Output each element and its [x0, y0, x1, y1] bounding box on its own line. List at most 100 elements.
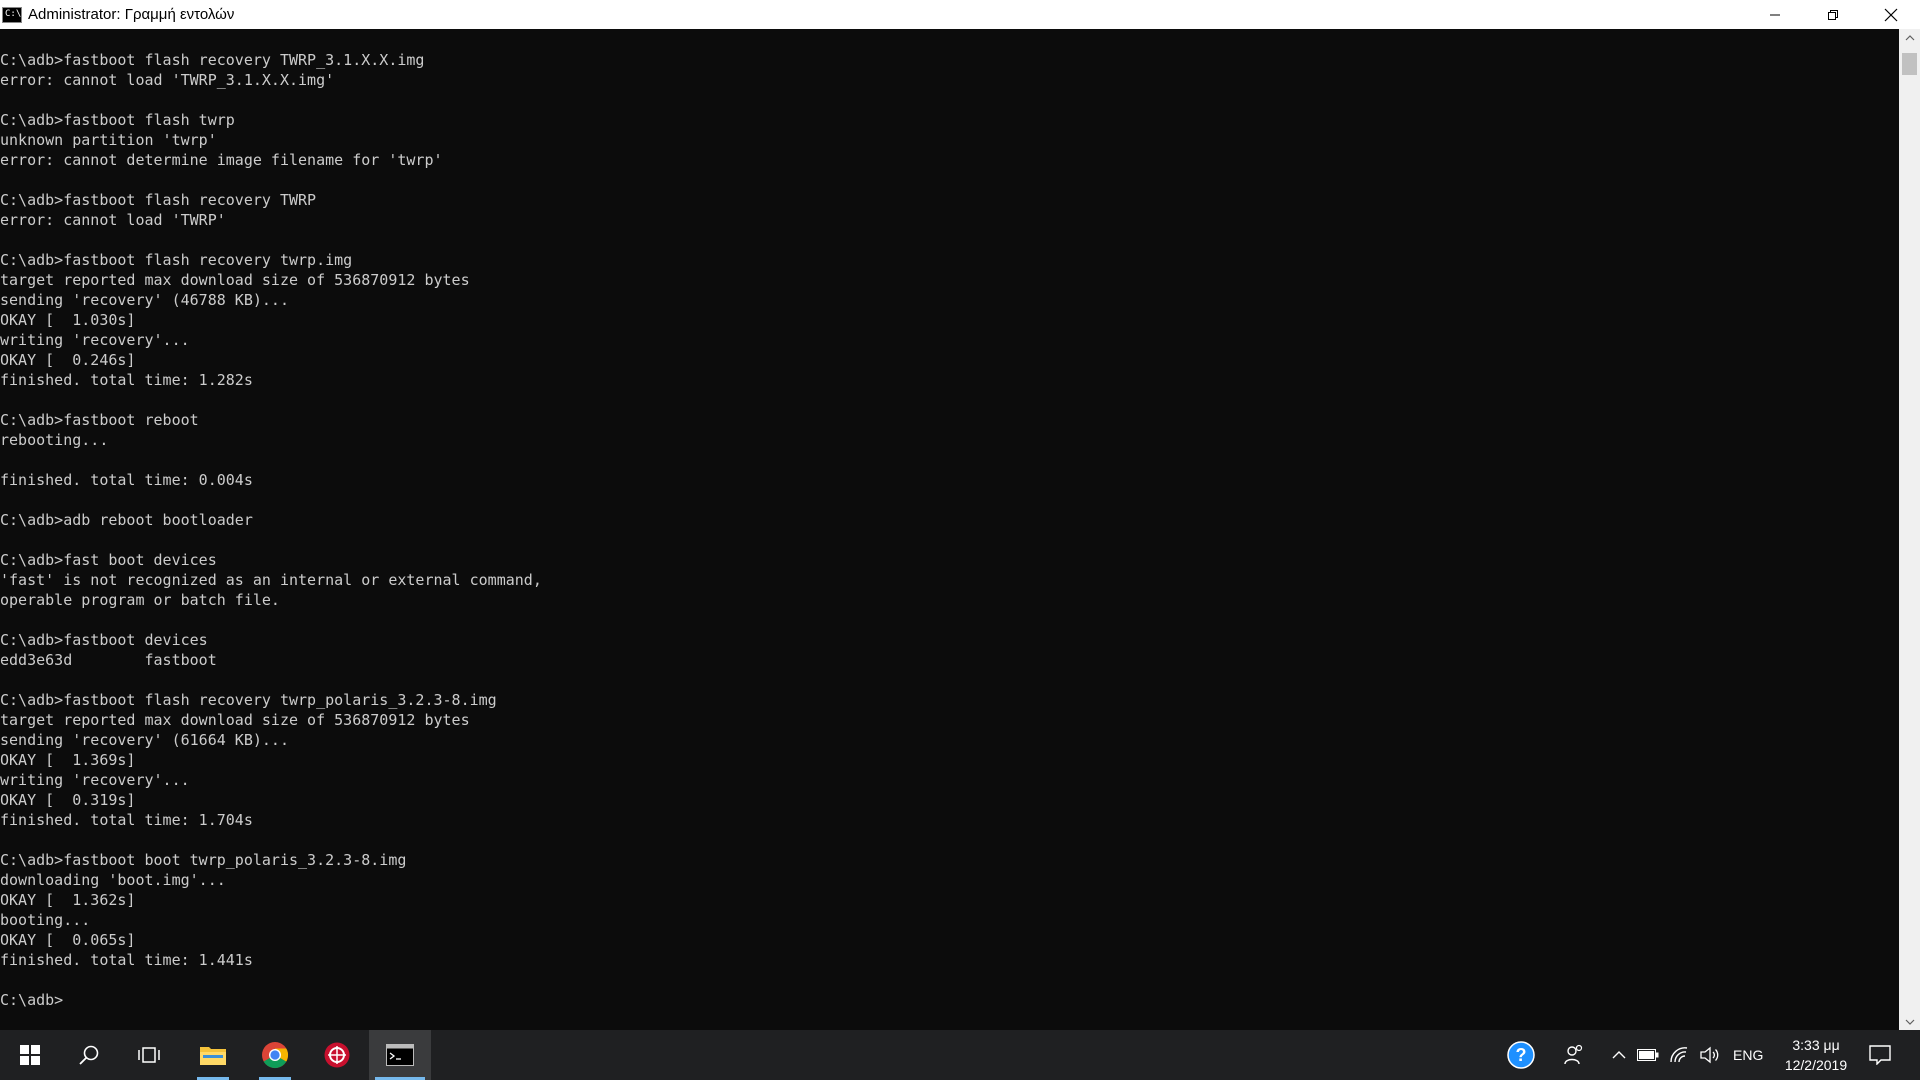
console-lines: C:\adb>fastboot flash recovery TWRP_3.1.… [0, 50, 542, 1010]
console-line: C:\adb>fastboot flash recovery TWRP_3.1.… [0, 51, 425, 69]
task-view-button[interactable] [120, 1030, 178, 1080]
console-line: sending 'recovery' (46788 KB)... [0, 291, 289, 309]
chevron-down-icon [1905, 1019, 1914, 1025]
console-line: rebooting... [0, 431, 109, 449]
console-line: target reported max download size of 536… [0, 271, 470, 289]
chevron-up-icon [1612, 1051, 1626, 1059]
clock[interactable]: 3:33 μμ 12/2/2019 [1768, 1035, 1864, 1075]
help-tray-button[interactable]: ? [1498, 1030, 1544, 1080]
start-button[interactable] [0, 1030, 60, 1080]
console-line: error: cannot load 'TWRP_3.1.X.X.img' [0, 71, 335, 89]
clock-date: 12/2/2019 [1784, 1057, 1848, 1073]
close-button[interactable] [1862, 0, 1920, 29]
console-line: C:\adb>fastboot flash recovery TWRP [0, 191, 317, 209]
console-output[interactable]: C:\adb>fastboot flash recovery TWRP_3.1.… [0, 29, 1899, 1030]
console-line: OKAY [ 0.065s] [0, 931, 136, 949]
people-icon [1564, 1044, 1583, 1065]
command-prompt-icon: C:\ [2, 6, 22, 23]
console-line: C:\adb>fastboot boot twrp_polaris_3.2.3-… [0, 851, 407, 869]
battery-icon [1637, 1049, 1659, 1061]
restore-icon [1828, 9, 1838, 20]
console-line: C:\adb>fastboot devices [0, 631, 208, 649]
console-line: C:\adb>fast boot devices [0, 551, 217, 569]
command-prompt-icon [386, 1044, 414, 1066]
console-line: operable program or batch file. [0, 591, 280, 609]
svg-text:?: ? [1516, 1045, 1527, 1065]
taskbar: ? ENG 3:33 μμ 12/2/2019 [0, 1030, 1920, 1080]
scroll-thumb[interactable] [1902, 53, 1917, 75]
search-button[interactable] [60, 1030, 118, 1080]
console-line: target reported max download size of 536… [0, 711, 470, 729]
console-line: C:\adb>fastboot reboot [0, 411, 199, 429]
console-line: edd3e63d fastboot [0, 651, 217, 669]
console-line: error: cannot load 'TWRP' [0, 211, 226, 229]
console-line: C:\adb> [0, 991, 64, 1009]
console-line: finished. total time: 0.004s [0, 471, 253, 489]
console-line: OKAY [ 1.030s] [0, 311, 136, 329]
console-line: C:\adb>fastboot flash twrp [0, 111, 235, 129]
vertical-scrollbar[interactable] [1899, 29, 1920, 1030]
taskbar-file-explorer[interactable] [183, 1030, 243, 1080]
help-icon: ? [1507, 1041, 1535, 1069]
minimize-icon [1770, 14, 1780, 15]
console-line: unknown partition 'twrp' [0, 131, 217, 149]
task-view-icon [138, 1047, 160, 1063]
scroll-up-button[interactable] [1899, 29, 1920, 46]
chevron-up-icon [1905, 34, 1914, 40]
window-title-bar[interactable]: C:\ Administrator: Γραμμή εντολών [0, 0, 1920, 29]
console-line: downloading 'boot.img'... [0, 871, 226, 889]
console-line: booting... [0, 911, 91, 929]
network-button[interactable] [1664, 1030, 1694, 1080]
taskbar-command-prompt[interactable] [369, 1030, 431, 1080]
taskbar-chrome[interactable] [245, 1030, 305, 1080]
console-line: finished. total time: 1.282s [0, 371, 253, 389]
taskbar-security-app[interactable] [307, 1030, 367, 1080]
notification-icon [1869, 1045, 1891, 1065]
close-icon [1884, 8, 1898, 21]
security-shield-icon [324, 1042, 350, 1068]
console-line: 'fast' is not recognized as an internal … [0, 571, 542, 589]
battery-button[interactable] [1634, 1030, 1662, 1080]
scroll-down-button[interactable] [1899, 1013, 1920, 1030]
windows-logo-icon [20, 1045, 40, 1065]
restore-button[interactable] [1804, 0, 1862, 29]
console-line: OKAY [ 1.369s] [0, 751, 136, 769]
clock-time: 3:33 μμ [1792, 1037, 1840, 1053]
show-hidden-icons-button[interactable] [1606, 1030, 1632, 1080]
console-line: finished. total time: 1.441s [0, 951, 253, 969]
window-controls [1746, 0, 1920, 29]
search-icon [79, 1045, 99, 1065]
people-button[interactable] [1552, 1030, 1596, 1080]
chrome-icon [262, 1042, 289, 1069]
folder-icon [200, 1047, 226, 1065]
console-line: C:\adb>fastboot flash recovery twrp.img [0, 251, 353, 269]
window-title: Administrator: Γραμμή εντολών [28, 6, 235, 23]
console-line: C:\adb>adb reboot bootloader [0, 511, 253, 529]
console-line: OKAY [ 1.362s] [0, 891, 136, 909]
speaker-icon [1700, 1046, 1719, 1064]
wifi-icon [1670, 1047, 1688, 1063]
console-line: writing 'recovery'... [0, 331, 190, 349]
console-line: OKAY [ 0.319s] [0, 791, 136, 809]
minimize-button[interactable] [1746, 0, 1804, 29]
console-line: writing 'recovery'... [0, 771, 190, 789]
console-line: OKAY [ 0.246s] [0, 351, 136, 369]
input-language-indicator[interactable]: ENG [1733, 1047, 1763, 1063]
console-line: finished. total time: 1.704s [0, 811, 253, 829]
console-line: error: cannot determine image filename f… [0, 151, 443, 169]
console-line: sending 'recovery' (61664 KB)... [0, 731, 289, 749]
console-line: C:\adb>fastboot flash recovery twrp_pola… [0, 691, 497, 709]
action-center-button[interactable] [1860, 1030, 1900, 1080]
volume-button[interactable] [1696, 1030, 1724, 1080]
